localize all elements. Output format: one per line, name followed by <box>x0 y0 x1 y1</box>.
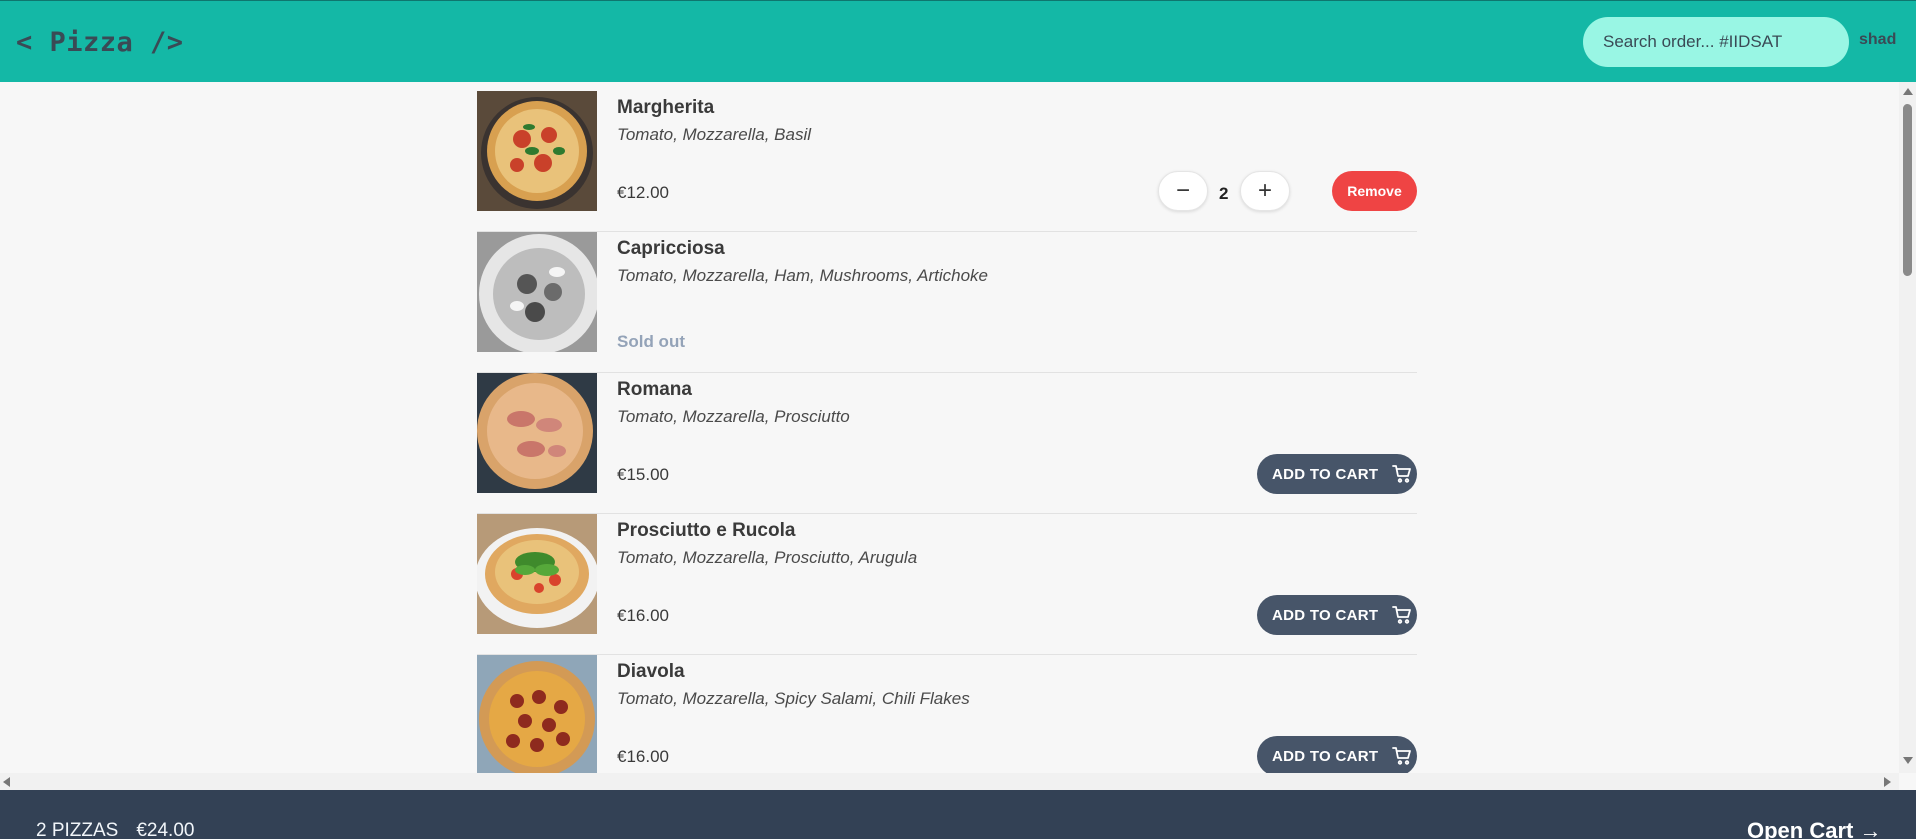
cart-icon <box>1392 747 1412 765</box>
pizza-image <box>477 655 597 773</box>
pizza-ingredients: Tomato, Mozzarella, Prosciutto <box>617 407 850 426</box>
scroll-left-arrow-icon[interactable] <box>3 777 10 787</box>
vertical-scrollbar-thumb[interactable] <box>1903 104 1912 276</box>
menu-item-romana: Romana Tomato, Mozzarella, Prosciutto €1… <box>477 373 1417 514</box>
sold-out-label: Sold out <box>617 332 685 351</box>
pizza-ingredients: Tomato, Mozzarella, Spicy Salami, Chili … <box>617 689 970 708</box>
menu-item-margherita: Margherita Tomato, Mozzarella, Basil €12… <box>477 91 1417 232</box>
menu-item-prosciutto-e-rucola: Prosciutto e Rucola Tomato, Mozzarella, … <box>477 514 1417 655</box>
pizza-name: Prosciutto e Rucola <box>617 520 796 541</box>
menu-list: Margherita Tomato, Mozzarella, Basil €12… <box>477 91 1417 773</box>
cart-overview-bar: 2 PIZZAS €24.00 Open Cart → <box>0 790 1916 839</box>
cart-icon <box>1392 465 1412 483</box>
pizza-ingredients: Tomato, Mozzarella, Basil <box>617 125 812 144</box>
pizza-price: €12.00 <box>617 183 669 202</box>
scroll-down-arrow-icon[interactable] <box>1903 757 1913 764</box>
pizza-price: €16.00 <box>617 747 669 766</box>
pizza-ingredients: Tomato, Mozzarella, Ham, Mushrooms, Arti… <box>617 266 988 285</box>
pizza-name: Diavola <box>617 661 685 682</box>
pizza-image <box>477 232 597 352</box>
open-cart-link[interactable]: Open Cart → <box>1747 818 1881 839</box>
cart-pizza-count: 2 PIZZAS <box>36 820 119 839</box>
vertical-scrollbar[interactable] <box>1899 82 1916 773</box>
pizza-name: Margherita <box>617 97 715 118</box>
scroll-up-arrow-icon[interactable] <box>1903 88 1913 95</box>
pizza-ingredients: Tomato, Mozzarella, Prosciutto, Arugula <box>617 548 918 567</box>
minus-icon: − <box>1175 177 1190 204</box>
pizza-image <box>477 373 597 493</box>
pizza-image <box>477 514 597 634</box>
menu-viewport: Margherita Tomato, Mozzarella, Basil €12… <box>0 82 1899 773</box>
app-header: < Pizza /> shad <box>0 0 1916 82</box>
add-to-cart-label: ADD TO CART <box>1272 747 1379 765</box>
menu-item-capricciosa: Capricciosa Tomato, Mozzarella, Ham, Mus… <box>477 232 1417 373</box>
cart-icon <box>1392 606 1412 624</box>
plus-icon: + <box>1257 177 1272 204</box>
add-to-cart-label: ADD TO CART <box>1272 606 1379 624</box>
scroll-right-arrow-icon[interactable] <box>1884 777 1891 787</box>
menu-item-diavola: Diavola Tomato, Mozzarella, Spicy Salami… <box>477 655 1417 773</box>
cart-total-price: €24.00 <box>136 820 195 839</box>
decrease-quantity-button[interactable]: − <box>1158 171 1208 211</box>
increase-quantity-button[interactable]: + <box>1240 171 1290 211</box>
add-to-cart-label: ADD TO CART <box>1272 465 1379 483</box>
remove-item-button[interactable]: Remove <box>1332 171 1417 211</box>
add-to-cart-button[interactable]: ADD TO CART <box>1257 595 1417 635</box>
pizza-price: €16.00 <box>617 606 669 625</box>
horizontal-scrollbar[interactable] <box>0 773 1899 790</box>
pizza-image <box>477 91 597 211</box>
app-logo[interactable]: < Pizza /> <box>16 27 184 58</box>
quantity-value: 2 <box>1219 184 1229 203</box>
add-to-cart-button[interactable]: ADD TO CART <box>1257 454 1417 494</box>
username: shad <box>1859 31 1897 48</box>
add-to-cart-button[interactable]: ADD TO CART <box>1257 736 1417 773</box>
pizza-name: Romana <box>617 379 692 400</box>
pizza-price: €15.00 <box>617 465 669 484</box>
cart-summary: 2 PIZZAS €24.00 <box>36 820 194 839</box>
search-order-input[interactable] <box>1583 17 1849 67</box>
pizza-name: Capricciosa <box>617 238 725 259</box>
